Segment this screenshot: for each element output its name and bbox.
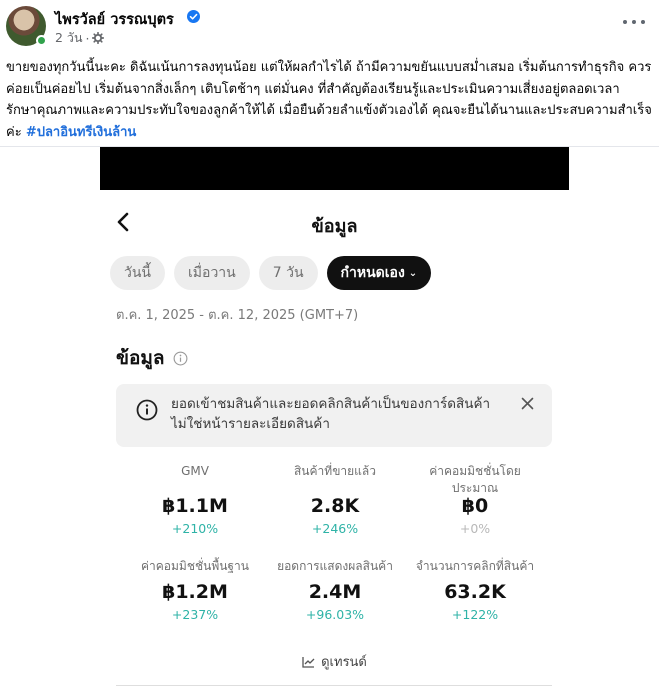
post-text: ขายของทุกวันนี้นะคะ ดิฉันเน้นการลงทุนน้อ…: [6, 57, 654, 143]
metric-product-impressions[interactable]: ยอดการแสดงผลสินค้า 2.4M +96.03%: [260, 558, 410, 622]
audience-gear-icon[interactable]: [92, 32, 105, 44]
chip-custom[interactable]: กำหนดเอง ⌄: [326, 256, 432, 290]
metric-gmv[interactable]: GMV ฿1.1M +210%: [120, 463, 270, 536]
metric-product-clicks[interactable]: จำนวนการคลิกที่สินค้า 63.2K +122%: [400, 558, 550, 622]
notice-text: ยอดเข้าชมสินค้าและยอดคลิกสินค้าเป็นของกา…: [171, 396, 491, 432]
metric-label: ค่าคอมมิชชั่นโดยประมาณ: [429, 464, 521, 495]
info-icon[interactable]: [173, 351, 188, 366]
meta-separator: ·: [85, 30, 90, 46]
section-heading: ข้อมูล: [116, 343, 188, 373]
metric-label: GMV: [181, 464, 209, 478]
more-dot-icon: [623, 20, 627, 24]
metric-base-commission[interactable]: ค่าคอมมิชชั่นพื้นฐาน ฿1.2M +237%: [120, 558, 270, 622]
post-header: ไพรวัลย์ วรรณบุตร 2 วัน ·: [0, 0, 659, 50]
chevron-down-icon: ⌄: [408, 267, 418, 279]
attached-screenshot[interactable]: ข้อมูล วันนี้ เมื่อวาน 7 วัน กำหนดเอง ⌄ …: [100, 147, 569, 686]
more-options-button[interactable]: [623, 14, 645, 30]
post-time[interactable]: 2 วัน: [55, 28, 83, 48]
metric-value: 2.8K: [310, 495, 360, 517]
date-range: ต.ค. 1, 2025 - ต.ค. 12, 2025 (GMT+7): [116, 308, 359, 323]
screenshot-top-bar: [100, 147, 569, 190]
metric-change: +210%: [171, 521, 219, 536]
more-dot-icon: [632, 20, 636, 24]
metric-value: 63.2K: [444, 581, 506, 603]
metric-label: ยอดการแสดงผลสินค้า: [277, 559, 393, 573]
verified-badge-icon: [187, 10, 200, 23]
screenshot-title: ข้อมูล: [311, 216, 358, 237]
chip-yesterday[interactable]: เมื่อวาน: [174, 256, 250, 290]
view-trend-link[interactable]: ดูเทรนด์: [100, 651, 569, 672]
close-icon[interactable]: [521, 397, 534, 410]
date-filter-chips: วันนี้ เมื่อวาน 7 วัน กำหนดเอง ⌄: [110, 256, 432, 290]
metric-value: ฿1.2M: [162, 581, 228, 603]
chip-label: กำหนดเอง: [340, 265, 405, 281]
chip-7-days[interactable]: 7 วัน: [258, 256, 318, 290]
metric-value: ฿0: [461, 495, 489, 517]
metric-change: +122%: [451, 607, 499, 622]
online-status-dot: [36, 35, 47, 46]
info-icon: [136, 399, 158, 421]
post-meta: 2 วัน ·: [55, 28, 105, 48]
trend-link-label: ดูเทรนด์: [321, 655, 367, 670]
metric-items-sold[interactable]: สินค้าที่ขายแล้ว 2.8K +246%: [260, 463, 410, 536]
metric-label: ค่าคอมมิชชั่นพื้นฐาน: [141, 559, 249, 573]
hashtag-link[interactable]: #ปลาอินทรีเงินล้าน: [26, 125, 137, 140]
chip-today[interactable]: วันนี้: [110, 256, 166, 290]
metric-value: 2.4M: [308, 581, 362, 603]
chip-label: เมื่อวาน: [188, 265, 236, 281]
notice-banner: ยอดเข้าชมสินค้าและยอดคลิกสินค้าเป็นของกา…: [116, 384, 552, 447]
author-avatar[interactable]: [6, 6, 47, 46]
metric-change: +0%: [459, 521, 491, 536]
metric-value: ฿1.1M: [162, 495, 228, 517]
chip-label: วันนี้: [124, 265, 152, 281]
metric-change: +246%: [311, 521, 359, 536]
metric-label: จำนวนการคลิกที่สินค้า: [415, 559, 535, 573]
metric-label: สินค้าที่ขายแล้ว: [293, 464, 376, 478]
trend-chart-icon: [302, 656, 315, 668]
metric-change: +96.03%: [305, 607, 365, 622]
section-title: ข้อมูล: [116, 347, 165, 369]
metric-estimated-commission[interactable]: ค่าคอมมิชชั่นโดยประมาณ ฿0 +0%: [400, 463, 550, 536]
metric-change: +237%: [171, 607, 219, 622]
chip-label: 7 วัน: [272, 265, 304, 281]
more-dot-icon: [641, 20, 645, 24]
